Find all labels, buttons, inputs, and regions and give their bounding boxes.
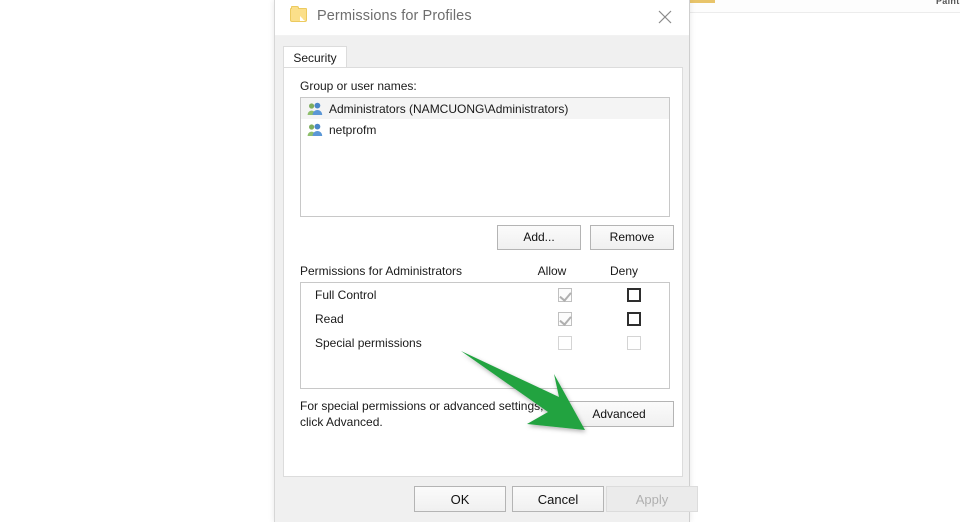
deny-cell bbox=[599, 288, 669, 302]
tab-security[interactable]: Security bbox=[283, 46, 347, 69]
apply-button: Apply bbox=[606, 486, 698, 512]
permission-name: Special permissions bbox=[315, 336, 422, 350]
allow-checkbox bbox=[557, 336, 572, 350]
list-item[interactable]: netprofm bbox=[301, 119, 669, 140]
permissions-table: Full Control Read Special permissions bbox=[300, 282, 670, 389]
table-row: Special permissions bbox=[301, 331, 669, 355]
deny-checkbox[interactable] bbox=[627, 288, 642, 302]
close-button[interactable] bbox=[646, 0, 684, 34]
allow-cell bbox=[530, 312, 600, 326]
permission-name: Full Control bbox=[315, 288, 377, 302]
advanced-hint-line1: For special permissions or advanced sett… bbox=[300, 399, 544, 413]
permission-name: Read bbox=[315, 312, 344, 326]
tab-strip: Security bbox=[283, 46, 681, 69]
deny-checkbox bbox=[627, 336, 642, 350]
cancel-button[interactable]: Cancel bbox=[512, 486, 604, 512]
group-names-label: Group or user names: bbox=[300, 79, 417, 93]
close-icon bbox=[658, 10, 672, 24]
advanced-hint-line2: click Advanced. bbox=[300, 415, 383, 429]
dialog-title: Permissions for Profiles bbox=[317, 8, 472, 24]
users-group-icon bbox=[307, 123, 323, 137]
background-window-label: Paints bbox=[936, 0, 960, 6]
list-item-label: netprofm bbox=[329, 122, 377, 137]
deny-cell bbox=[599, 336, 669, 350]
remove-button[interactable]: Remove bbox=[590, 225, 674, 250]
list-item-label: Administrators (NAMCUONG\Administrators) bbox=[329, 101, 569, 116]
users-group-icon bbox=[307, 102, 323, 116]
dialog-titlebar: Permissions for Profiles bbox=[275, 0, 689, 36]
table-row: Read bbox=[301, 307, 669, 331]
ok-button[interactable]: OK bbox=[414, 486, 506, 512]
folder-icon bbox=[290, 6, 307, 22]
advanced-hint-text: For special permissions or advanced sett… bbox=[300, 398, 562, 430]
allow-checkbox[interactable] bbox=[557, 288, 572, 302]
deny-cell bbox=[599, 312, 669, 326]
allow-cell bbox=[530, 288, 600, 302]
permissions-dialog: Permissions for Profiles Security Group … bbox=[274, 0, 698, 522]
add-button[interactable]: Add... bbox=[497, 225, 581, 250]
security-tab-panel: Group or user names: Administrators (NAM… bbox=[283, 67, 683, 477]
allow-cell bbox=[530, 336, 600, 350]
allow-checkbox[interactable] bbox=[557, 312, 572, 326]
list-item[interactable]: Administrators (NAMCUONG\Administrators) bbox=[301, 98, 669, 119]
column-header-deny: Deny bbox=[609, 264, 638, 278]
table-row: Full Control bbox=[301, 283, 669, 307]
permissions-label: Permissions for Administrators bbox=[300, 264, 463, 278]
deny-checkbox[interactable] bbox=[627, 312, 642, 326]
advanced-button[interactable]: Advanced bbox=[564, 401, 674, 427]
column-header-allow: Allow bbox=[537, 264, 567, 278]
group-or-user-names-list[interactable]: Administrators (NAMCUONG\Administrators)… bbox=[300, 97, 670, 217]
